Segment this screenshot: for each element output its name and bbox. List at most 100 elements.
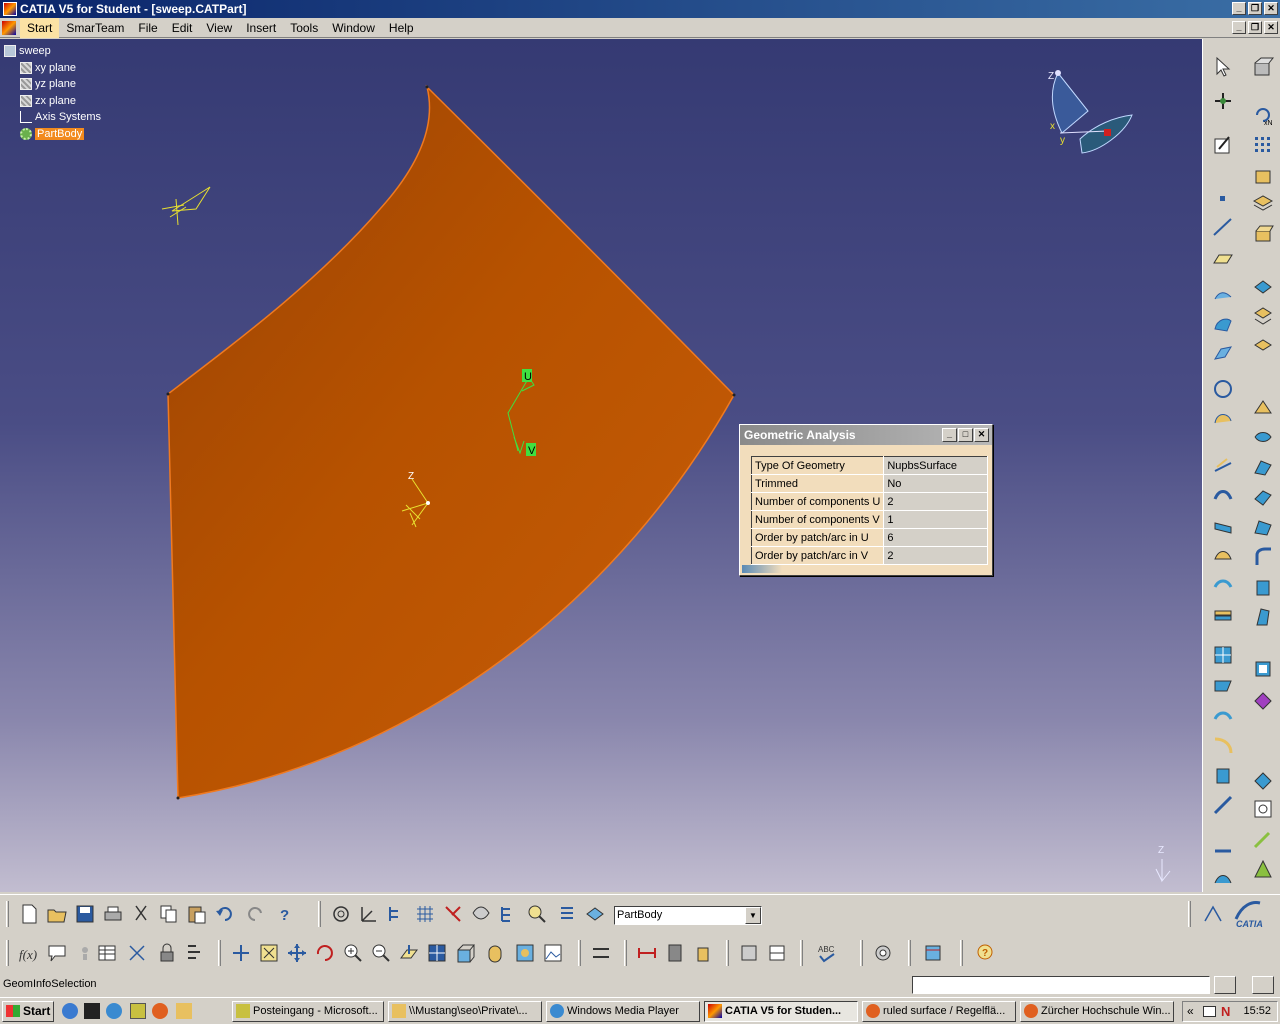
dialog-title-bar[interactable]: Geometric Analysis _ □ ✕ (740, 425, 992, 445)
draw-icon[interactable] (1251, 827, 1275, 851)
render-icon[interactable] (514, 942, 536, 964)
select-arrow-icon[interactable] (1211, 55, 1235, 79)
command-input[interactable] (912, 976, 1210, 994)
swept-surface[interactable] (167, 84, 735, 799)
chevron-down-icon[interactable]: ▼ (745, 907, 761, 924)
loft-icon[interactable] (1251, 515, 1275, 539)
check-icon[interactable] (766, 942, 788, 964)
compass-widget[interactable]: Z x y (1048, 70, 1133, 154)
axis-system-marker[interactable] (161, 186, 211, 226)
pad-icon[interactable] (1251, 273, 1275, 297)
taskbar-item-catia[interactable]: CATIA V5 for Studen... (704, 1001, 858, 1022)
contextual-help-icon[interactable]: ? (974, 942, 996, 964)
menu-edit[interactable]: Edit (165, 18, 200, 38)
script-icon[interactable] (184, 942, 206, 964)
taskbar-item-media-player[interactable]: Windows Media Player (546, 1001, 700, 1022)
menu-tools[interactable]: Tools (283, 18, 325, 38)
snap-icon[interactable] (1211, 89, 1235, 113)
status-button-1[interactable] (1214, 976, 1236, 994)
extrude-surface-icon[interactable] (1211, 281, 1235, 305)
apply-material-icon[interactable] (1211, 867, 1235, 891)
toolbar-grip[interactable] (800, 940, 803, 966)
extrapolate-icon[interactable] (1211, 673, 1235, 697)
app-icon[interactable] (130, 1003, 146, 1019)
doc-restore-button[interactable]: ❐ (1248, 21, 1262, 34)
fly-icon[interactable] (230, 942, 252, 964)
axis-system-icon[interactable] (358, 903, 380, 925)
list-icon[interactable] (556, 903, 578, 925)
new-icon[interactable] (18, 903, 40, 925)
doc-minimize-button[interactable]: _ (1232, 21, 1246, 34)
transform-icon[interactable] (1211, 763, 1235, 787)
block-icon[interactable] (1251, 163, 1275, 187)
groove-icon[interactable] (1251, 455, 1275, 479)
toolbar-grip[interactable] (6, 940, 9, 966)
layer-icon[interactable] (584, 903, 606, 925)
grid-icon[interactable] (1251, 133, 1275, 157)
print-icon[interactable] (102, 903, 124, 925)
measure-between-icon[interactable] (636, 942, 658, 964)
tree-item-zx-plane[interactable]: zx plane (4, 93, 101, 110)
menu-smarteam[interactable]: SmarTeam (59, 18, 131, 38)
network-icon[interactable]: N (1221, 1004, 1230, 1019)
mail-icon[interactable] (1203, 1006, 1216, 1017)
grid-icon[interactable] (414, 903, 436, 925)
taskbar-item-outlook[interactable]: Posteingang - Microsoft... (232, 1001, 384, 1022)
lock-icon[interactable] (156, 942, 178, 964)
media-icon[interactable] (106, 1003, 122, 1019)
tree-item-xy-plane[interactable]: xy plane (4, 60, 101, 77)
curve-icon[interactable] (1211, 733, 1235, 757)
3d-viewport[interactable]: U V Z Z x y Z sweep xy plane yz plane zx… (0, 39, 1202, 892)
save-icon[interactable] (74, 903, 96, 925)
doc-close-button[interactable]: ✕ (1264, 21, 1278, 34)
restore-button[interactable]: ❐ (1248, 2, 1262, 15)
blend-icon[interactable] (1211, 513, 1235, 537)
dialog-maximize-button[interactable]: □ (958, 428, 973, 442)
thickness-icon[interactable] (1251, 689, 1275, 713)
rotate-icon[interactable]: xN (1251, 103, 1275, 127)
view-icon[interactable] (1251, 55, 1275, 79)
catia-app-icon[interactable] (3, 2, 17, 16)
cut-icon[interactable] (130, 903, 152, 925)
image-icon[interactable] (542, 942, 564, 964)
sheet-metal-icon[interactable] (738, 942, 760, 964)
chamfer-icon[interactable] (1251, 575, 1275, 599)
menu-window[interactable]: Window (325, 18, 382, 38)
fillet-icon[interactable] (1251, 545, 1275, 569)
stiffener-icon[interactable] (1251, 485, 1275, 509)
measure-icon[interactable] (1211, 839, 1235, 863)
pattern-icon[interactable] (1211, 643, 1235, 667)
swap-icon[interactable] (590, 942, 612, 964)
fit-all-icon[interactable] (258, 942, 280, 964)
knowledge-icon[interactable] (74, 942, 96, 964)
dialog-close-button[interactable]: ✕ (974, 428, 989, 442)
zoom-in-icon[interactable] (342, 942, 364, 964)
tree-item-partbody[interactable]: PartBody (4, 126, 101, 143)
tree-item-axis-systems[interactable]: Axis Systems (4, 109, 101, 126)
fill-icon[interactable] (1211, 341, 1235, 365)
rib-icon[interactable] (1251, 395, 1275, 419)
rotate-view-icon[interactable] (314, 942, 336, 964)
hole-icon[interactable] (1251, 425, 1275, 449)
circle-icon[interactable] (1211, 377, 1235, 401)
command-prompt-icon[interactable] (84, 1003, 100, 1019)
document-icon[interactable] (2, 21, 16, 35)
pocket-icon[interactable] (1251, 303, 1275, 327)
point-icon[interactable] (1211, 187, 1235, 211)
redo-icon[interactable] (244, 903, 266, 925)
spiral-icon[interactable] (330, 903, 352, 925)
taskbar-item-explorer[interactable]: \\Mustang\seo\Private\... (388, 1001, 542, 1022)
normal-view-icon[interactable] (398, 942, 420, 964)
taskbar-item-firefox-zhaw[interactable]: Zürcher Hochschule Win... (1020, 1001, 1174, 1022)
menu-insert[interactable]: Insert (239, 18, 283, 38)
body-selector[interactable]: PartBody ▼ (614, 906, 762, 925)
iso-view-icon[interactable] (454, 942, 476, 964)
shaft-icon[interactable] (1251, 335, 1275, 359)
menu-start[interactable]: Start (20, 18, 60, 38)
pan-icon[interactable] (286, 942, 308, 964)
multi-view-icon[interactable] (426, 942, 448, 964)
connect-icon[interactable] (442, 903, 464, 925)
tree-item-yz-plane[interactable]: yz plane (4, 76, 101, 93)
spline-icon[interactable] (1211, 407, 1235, 431)
shading-icon[interactable] (484, 942, 506, 964)
